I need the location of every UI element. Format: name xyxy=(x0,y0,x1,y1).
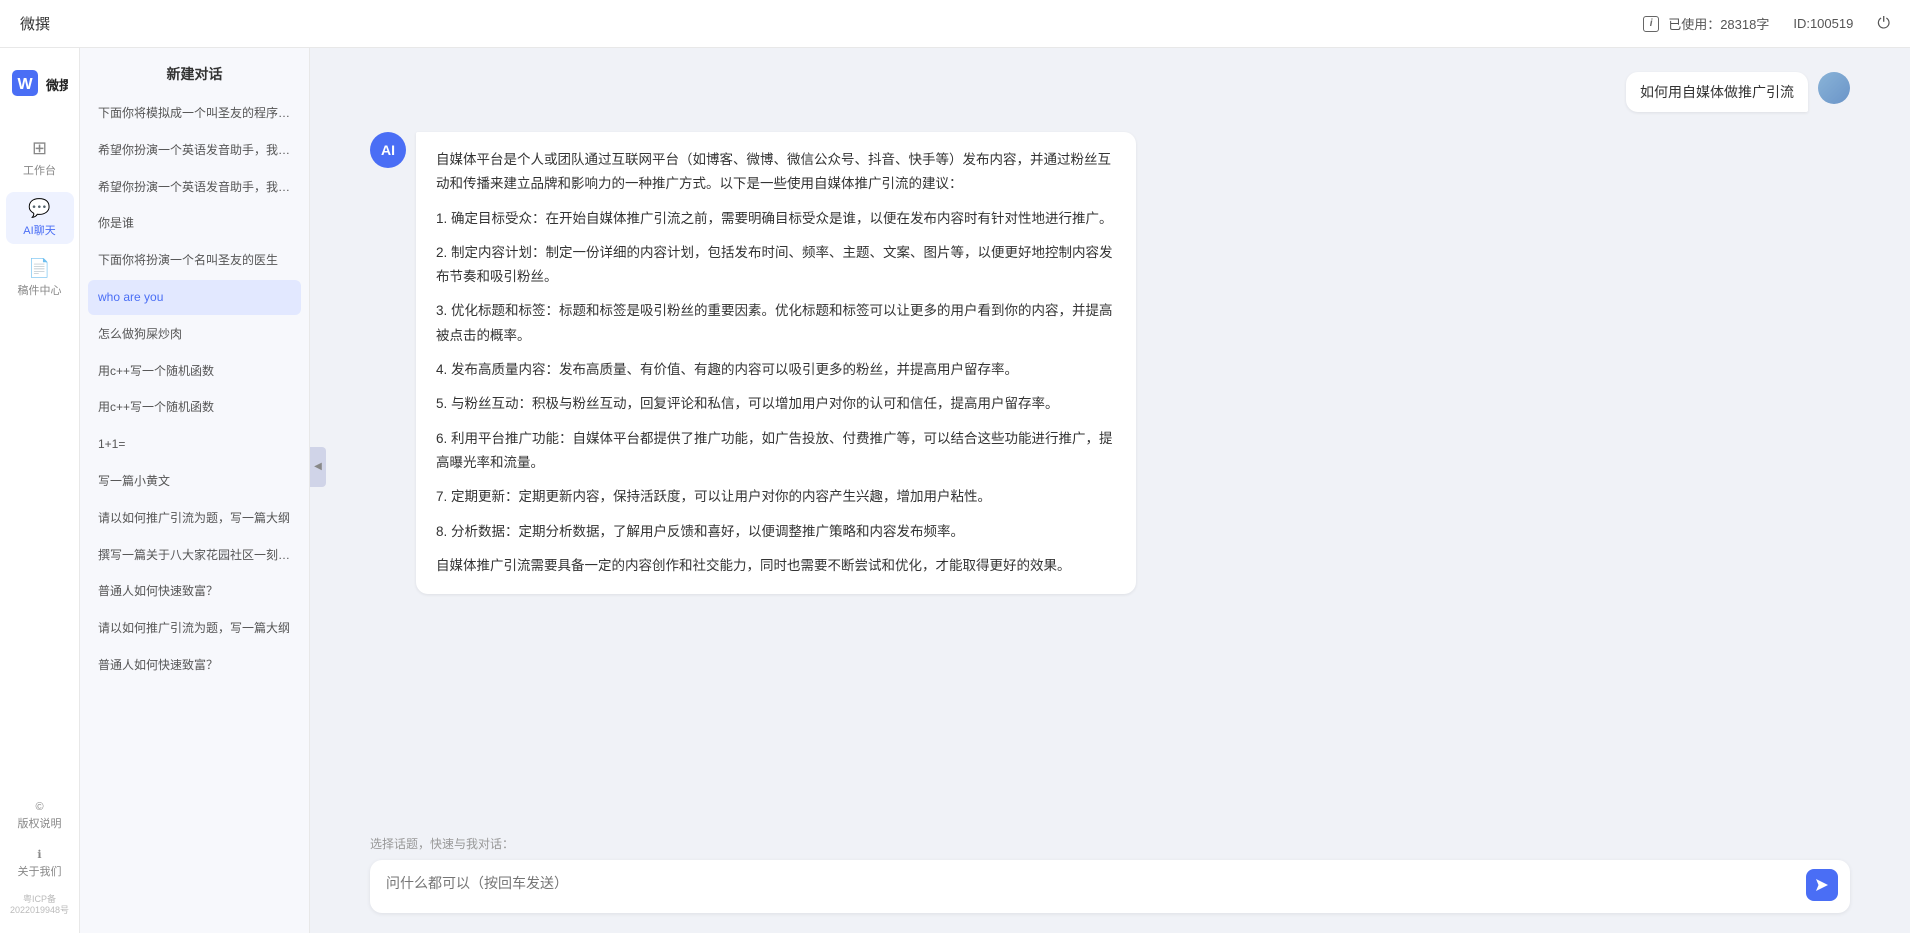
workbench-icon: ⊞ xyxy=(32,138,47,159)
copyright-item[interactable]: © 版权说明 xyxy=(6,794,74,838)
svg-text:微撰: 微撰 xyxy=(45,78,68,93)
send-icon xyxy=(1814,877,1830,893)
sidebar-item[interactable]: 希望你扮演一个英语发音助手，我提供给你... xyxy=(88,170,301,205)
chat-area: 如何用自媒体做推广引流 AI 自媒体平台是个人或团队通过互联网平台（如博客、微博… xyxy=(310,48,1910,933)
sidebar-item[interactable]: 普通人如何快速致富？ xyxy=(88,574,301,609)
sidebar-item[interactable]: 用c++写一个随机函数 xyxy=(88,390,301,425)
beian-text: 粤ICP备2022019948号 xyxy=(0,890,79,917)
sidebar-item[interactable]: 用c++写一个随机函数 xyxy=(88,354,301,389)
topbar: 微撰 i 已使用：28318字 ID:100519 ⏻ xyxy=(0,0,1910,48)
drafts-icon: 📄 xyxy=(28,258,50,279)
logout-button[interactable]: ⏻ xyxy=(1877,15,1890,33)
sidebar-item[interactable]: 怎么做狗屎炒肉 xyxy=(88,317,301,352)
ai-chat-icon: 💬 xyxy=(28,198,50,219)
chat-input-box xyxy=(370,860,1850,913)
ai-response-paragraph: 5. 与粉丝互动：积极与粉丝互动，回复评论和私信，可以增加用户对你的认可和信任，… xyxy=(436,392,1116,416)
sidebar: 新建对话 下面你将模拟成一个叫圣友的程序员、我说...希望你扮演一个英语发音助手… xyxy=(80,48,310,933)
sidebar-item-ai-chat[interactable]: 💬 AI聊天 xyxy=(6,192,74,244)
sidebar-item[interactable]: 你是谁 xyxy=(88,206,301,241)
ai-response-paragraph: 1. 确定目标受众：在开始自媒体推广引流之前，需要明确目标受众是谁，以便在发布内… xyxy=(436,207,1116,231)
copyright-icon: © xyxy=(35,801,43,813)
svg-text:W: W xyxy=(17,76,33,93)
quick-label: 选择话题，快速与我对话： xyxy=(370,835,1850,852)
about-label: 关于我们 xyxy=(18,863,62,879)
topbar-title: 微撰 xyxy=(20,13,1643,34)
sidebar-item[interactable]: 普通人如何快速致富？ xyxy=(88,648,301,683)
ai-response-paragraph: 7. 定期更新：定期更新内容，保持活跃度，可以让用户对你的内容产生兴趣，增加用户… xyxy=(436,485,1116,509)
sidebar-item[interactable]: 希望你扮演一个英语发音助手，我提供给你... xyxy=(88,133,301,168)
ai-chat-label: AI聊天 xyxy=(23,222,55,238)
user-avatar-image xyxy=(1818,72,1850,104)
topbar-id: ID:100519 xyxy=(1793,16,1853,31)
sidebar-item[interactable]: 1+1= xyxy=(88,427,301,462)
info-icon: i xyxy=(1643,16,1659,32)
drafts-label: 稿件中心 xyxy=(18,282,62,298)
left-nav-bottom: © 版权说明 ℹ 关于我们 粤ICP备2022019948号 xyxy=(0,794,79,933)
left-nav: W 微撰 ⊞ 工作台 💬 AI聊天 📄 稿件中心 © 版权说明 ℹ 关于我们 xyxy=(0,48,80,933)
sidebar-item-drafts[interactable]: 📄 稿件中心 xyxy=(6,252,74,304)
copyright-label: 版权说明 xyxy=(18,815,62,831)
user-avatar xyxy=(1818,72,1850,104)
logo-svg: W 微撰 xyxy=(12,70,68,102)
ai-response-paragraph: 8. 分析数据：定期分析数据，了解用户反馈和喜好，以便调整推广策略和内容发布频率… xyxy=(436,520,1116,544)
send-button[interactable] xyxy=(1806,869,1838,901)
ai-response-paragraph: 6. 利用平台推广功能：自媒体平台都提供了推广功能，如广告投放、付费推广等，可以… xyxy=(436,427,1116,476)
chat-input-area: 选择话题，快速与我对话： xyxy=(310,823,1910,933)
user-message: 如何用自媒体做推广引流 xyxy=(370,72,1850,112)
topbar-right: i 已使用：28318字 ID:100519 ⏻ xyxy=(1643,14,1890,33)
ai-response-paragraph: 自媒体平台是个人或团队通过互联网平台（如博客、微博、微信公众号、抖音、快手等）发… xyxy=(436,148,1116,197)
main-layout: W 微撰 ⊞ 工作台 💬 AI聊天 📄 稿件中心 © 版权说明 ℹ 关于我们 xyxy=(0,48,1910,933)
ai-response-paragraph: 3. 优化标题和标签：标题和标签是吸引粉丝的重要因素。优化标题和标签可以让更多的… xyxy=(436,299,1116,348)
user-message-bubble: 如何用自媒体做推广引流 xyxy=(1626,72,1808,112)
sidebar-item[interactable]: 请以如何推广引流为题，写一篇大纲 xyxy=(88,611,301,646)
ai-message: AI 自媒体平台是个人或团队通过互联网平台（如博客、微博、微信公众号、抖音、快手… xyxy=(370,132,1850,594)
char-count-label: 已使用：28318字 xyxy=(1668,14,1769,33)
about-item[interactable]: ℹ 关于我们 xyxy=(6,842,74,886)
about-icon: ℹ xyxy=(37,848,41,861)
ai-avatar: AI xyxy=(370,132,406,168)
logo: W 微撰 xyxy=(10,68,70,104)
ai-response-paragraph: 2. 制定内容计划：制定一份详细的内容计划，包括发布时间、频率、主题、文案、图片… xyxy=(436,241,1116,290)
sidebar-item[interactable]: 请以如何推广引流为题，写一篇大纲 xyxy=(88,501,301,536)
collapse-sidebar-button[interactable]: ◀ xyxy=(310,447,326,487)
ai-response-paragraph: 自媒体推广引流需要具备一定的内容创作和社交能力，同时也需要不断尝试和优化，才能取… xyxy=(436,554,1116,578)
sidebar-header[interactable]: 新建对话 xyxy=(80,48,309,92)
sidebar-item[interactable]: 写一篇小黄文 xyxy=(88,464,301,499)
sidebar-item[interactable]: 下面你将模拟成一个叫圣友的程序员、我说... xyxy=(88,96,301,131)
ai-message-bubble: 自媒体平台是个人或团队通过互联网平台（如博客、微博、微信公众号、抖音、快手等）发… xyxy=(416,132,1136,594)
chat-messages: 如何用自媒体做推广引流 AI 自媒体平台是个人或团队通过互联网平台（如博客、微博… xyxy=(310,48,1910,823)
sidebar-item[interactable]: 下面你将扮演一个名叫圣友的医生 xyxy=(88,243,301,278)
sidebar-item[interactable]: 撰写一篇关于八大家花园社区一刻钟便民生... xyxy=(88,538,301,573)
sidebar-list: 下面你将模拟成一个叫圣友的程序员、我说...希望你扮演一个英语发音助手，我提供给… xyxy=(80,92,309,933)
chat-input[interactable] xyxy=(386,872,1800,896)
sidebar-item-workbench[interactable]: ⊞ 工作台 xyxy=(6,132,74,184)
sidebar-item[interactable]: who are you xyxy=(88,280,301,315)
workbench-label: 工作台 xyxy=(23,162,56,178)
ai-response-paragraph: 4. 发布高质量内容：发布高质量、有价值、有趣的内容可以吸引更多的粉丝，并提高用… xyxy=(436,358,1116,382)
topbar-char-count: i 已使用：28318字 xyxy=(1643,14,1769,33)
